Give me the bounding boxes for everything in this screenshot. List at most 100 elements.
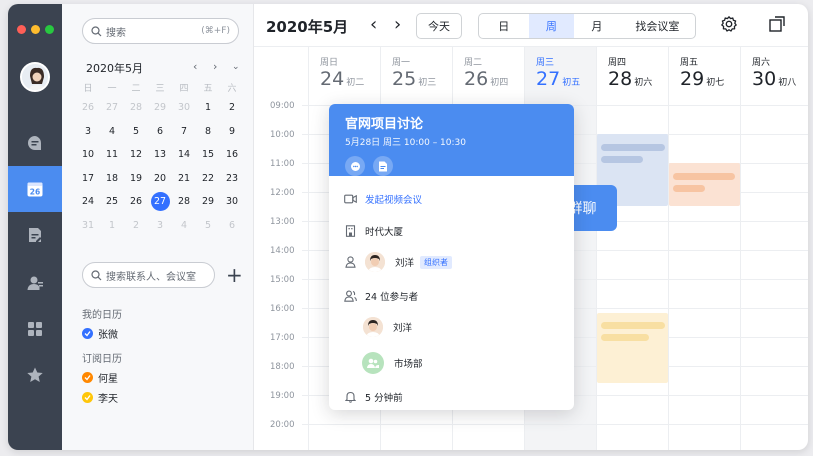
mini-day[interactable]: 2	[124, 220, 148, 231]
mini-day[interactable]: 18	[100, 173, 124, 184]
day-header-mon[interactable]: 周一 25 初三	[380, 55, 452, 90]
mini-day[interactable]: 8	[196, 126, 220, 137]
event-organizer[interactable]: 刘洋 组织者	[343, 252, 453, 272]
start-video-meeting-link[interactable]: 发起视频会议	[343, 192, 422, 206]
meeting-chat-button[interactable]	[345, 156, 365, 176]
lunar-date: 初二	[346, 78, 365, 88]
close-window-button[interactable]	[17, 25, 26, 34]
checkbox-checked-icon[interactable]	[82, 328, 93, 339]
next-week-button[interactable]: ›	[394, 14, 401, 35]
bell-icon	[344, 391, 356, 403]
mini-day[interactable]: 22	[196, 173, 220, 184]
mini-weekday: 日	[83, 83, 93, 94]
nav-favorites[interactable]	[8, 352, 62, 398]
mini-day[interactable]: 25	[100, 196, 124, 207]
mini-day[interactable]: 30	[172, 102, 196, 113]
start-video-meeting-label: 发起视频会议	[365, 195, 423, 206]
mini-day[interactable]: 12	[124, 149, 148, 160]
attendee-item[interactable]: 刘洋	[363, 317, 412, 337]
mini-day[interactable]: 19	[124, 173, 148, 184]
prev-week-button[interactable]: ‹	[370, 14, 377, 35]
mini-day[interactable]: 29	[148, 102, 172, 113]
mini-day[interactable]: 21	[172, 173, 196, 184]
attendee-avatar[interactable]	[363, 317, 383, 337]
mini-day[interactable]: 9	[220, 126, 244, 137]
nav-contacts[interactable]	[8, 260, 62, 306]
mini-day[interactable]: 28	[124, 102, 148, 113]
user-avatar[interactable]	[20, 62, 50, 92]
nav-calendar[interactable]: 26	[8, 166, 62, 212]
mini-day[interactable]: 7	[172, 126, 196, 137]
mini-day[interactable]: 14	[172, 149, 196, 160]
checkbox-checked-icon[interactable]	[82, 392, 93, 403]
mini-day[interactable]: 5	[124, 126, 148, 137]
tab-find-room[interactable]: 找会议室	[620, 14, 695, 38]
group-avatar-icon[interactable]	[362, 352, 384, 374]
mini-day[interactable]: 13	[148, 149, 172, 160]
nav-docs[interactable]	[8, 212, 62, 258]
mini-day[interactable]: 2	[220, 102, 244, 113]
tab-day[interactable]: 日	[479, 14, 529, 38]
tab-month[interactable]: 月	[574, 14, 620, 38]
add-calendar-button[interactable]: +	[226, 262, 243, 288]
mini-day[interactable]: 15	[196, 149, 220, 160]
day-header-sat[interactable]: 周六 30 初八	[740, 55, 808, 90]
chevron-down-icon[interactable]: ⌄	[232, 62, 240, 72]
hour-line	[302, 424, 808, 425]
mini-day[interactable]: 1	[196, 102, 220, 113]
mini-day[interactable]: 3	[148, 220, 172, 231]
tab-week[interactable]: 周	[528, 14, 575, 38]
nav-apps[interactable]	[8, 306, 62, 352]
attendee-group-item[interactable]: 市场部	[362, 352, 423, 374]
mini-day[interactable]: 10	[76, 149, 100, 160]
mini-day[interactable]: 29	[196, 196, 220, 207]
today-button[interactable]: 今天	[416, 13, 462, 39]
mini-day[interactable]: 6	[220, 220, 244, 231]
contacts-search-input[interactable]: 搜索联系人、会议室	[82, 262, 215, 288]
day-header-wed-today[interactable]: 周三 27 初五	[524, 55, 596, 90]
minimize-window-button[interactable]	[31, 25, 40, 34]
mini-day[interactable]: 31	[76, 220, 100, 231]
meeting-doc-button[interactable]	[373, 156, 393, 176]
mini-prev-month-button[interactable]: ‹	[193, 60, 197, 73]
search-input[interactable]: 搜索 (⌘+F)	[82, 18, 239, 44]
event-block-thu-afternoon[interactable]	[597, 313, 668, 383]
mini-day[interactable]: 23	[220, 173, 244, 184]
mini-day[interactable]: 1	[100, 220, 124, 231]
event-reminder[interactable]: 5 分钟前	[343, 390, 403, 404]
mini-day[interactable]: 24	[76, 196, 100, 207]
day-header-fri[interactable]: 周五 29 初七	[668, 55, 740, 90]
calendar-item-litian[interactable]: 李天	[82, 390, 118, 405]
day-header-tue[interactable]: 周二 26 初四	[452, 55, 524, 90]
mini-day[interactable]: 26	[76, 102, 100, 113]
mini-day[interactable]: 5	[196, 220, 220, 231]
mini-day[interactable]: 20	[148, 173, 172, 184]
calendar-item-zhangwei[interactable]: 张微	[82, 326, 118, 341]
mini-day[interactable]: 6	[148, 126, 172, 137]
maximize-window-button[interactable]	[45, 25, 54, 34]
organizer-avatar[interactable]	[365, 252, 385, 272]
event-attendees[interactable]: 24 位参与者	[343, 289, 418, 303]
event-block-fri[interactable]	[669, 163, 740, 206]
mini-day[interactable]: 17	[76, 173, 100, 184]
mini-day[interactable]: 26	[124, 196, 148, 207]
calendar-item-hexing[interactable]: 何星	[82, 370, 118, 385]
nav-chat[interactable]	[8, 120, 62, 166]
checkbox-checked-icon[interactable]	[82, 372, 93, 383]
mini-day[interactable]: 3	[76, 126, 100, 137]
mini-day[interactable]: 28	[172, 196, 196, 207]
mini-day[interactable]: 27	[100, 102, 124, 113]
new-window-icon[interactable]	[768, 15, 786, 33]
day-header-thu[interactable]: 周四 28 初六	[596, 55, 668, 90]
mini-day[interactable]: 4	[172, 220, 196, 231]
mini-week-row: 10 11 12 13 14 15 16	[76, 143, 244, 167]
mini-day[interactable]: 11	[100, 149, 124, 160]
mini-day[interactable]: 16	[220, 149, 244, 160]
gear-icon[interactable]	[720, 15, 738, 33]
mini-day[interactable]: 4	[100, 126, 124, 137]
mini-day[interactable]: 30	[220, 196, 244, 207]
mini-next-month-button[interactable]: ›	[213, 60, 217, 73]
day-header-sun[interactable]: 周日 24 初二	[308, 55, 380, 90]
mini-day-selected[interactable]: 27	[148, 192, 172, 212]
time-label: 15:00	[270, 275, 295, 285]
